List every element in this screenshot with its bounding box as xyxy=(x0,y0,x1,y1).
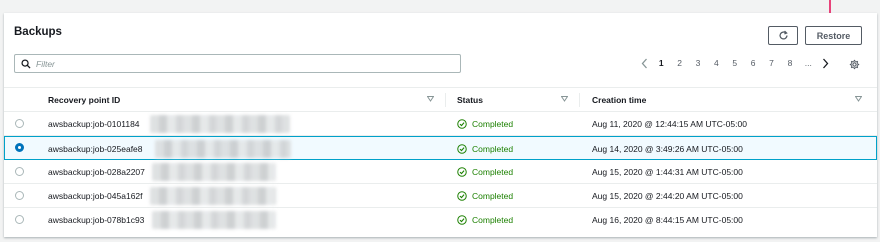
refresh-button[interactable] xyxy=(768,26,798,45)
search-icon xyxy=(21,58,31,69)
restore-button[interactable]: Restore xyxy=(805,26,862,45)
page-1[interactable]: 1 xyxy=(652,58,670,68)
recovery-point-id: awsbackup:job-0101184 xyxy=(48,118,140,129)
column-header-creation-time[interactable]: Creation time xyxy=(592,88,646,112)
check-circle-icon xyxy=(457,214,467,225)
sort-caret-icon[interactable] xyxy=(855,96,862,102)
status-cell: Completed xyxy=(457,160,513,183)
recovery-point-id: awsbackup:job-028a2207 xyxy=(48,166,145,177)
backups-panel: Backups Restore 1 2 3 4 5 6 7 8 ... xyxy=(4,13,877,237)
row-radio[interactable] xyxy=(15,191,24,200)
row-radio[interactable] xyxy=(15,119,24,128)
check-circle-icon xyxy=(457,166,467,177)
table-row[interactable]: awsbackup:job-045a162f Completed Aug 15,… xyxy=(4,184,877,208)
row-radio[interactable] xyxy=(15,215,24,224)
status-text: Completed xyxy=(472,118,514,129)
column-header-recovery-point-id[interactable]: Recovery point ID xyxy=(48,88,120,112)
status-text: Completed xyxy=(472,166,514,177)
status-cell: Completed xyxy=(457,112,513,135)
sort-caret-icon[interactable] xyxy=(427,96,434,102)
creation-time: Aug 14, 2020 @ 3:49:26 AM UTC-05:00 xyxy=(592,143,743,154)
chevron-left-icon[interactable] xyxy=(636,58,652,69)
status-text: Completed xyxy=(472,214,514,225)
status-text: Completed xyxy=(472,143,514,154)
row-radio-selected[interactable] xyxy=(15,143,24,152)
table-row-selected[interactable]: awsbackup:job-025eafe8 Completed Aug 14,… xyxy=(4,136,877,160)
status-cell: Completed xyxy=(457,208,513,231)
filter-field[interactable] xyxy=(14,54,461,73)
recovery-point-id: awsbackup:job-078b1c93 xyxy=(48,214,145,225)
refresh-icon xyxy=(779,30,788,40)
creation-time: Aug 16, 2020 @ 8:44:15 AM UTC-05:00 xyxy=(592,214,743,225)
table-row[interactable]: awsbackup:job-078b1c93 Completed Aug 16,… xyxy=(4,208,877,232)
status-cell: Completed xyxy=(457,137,513,160)
redacted-id xyxy=(152,211,276,229)
redacted-id xyxy=(152,163,276,181)
page-6[interactable]: 6 xyxy=(744,58,762,68)
page-3[interactable]: 3 xyxy=(689,58,707,68)
column-header-status[interactable]: Status xyxy=(457,88,483,112)
sort-caret-icon[interactable] xyxy=(561,96,568,102)
column-divider xyxy=(445,93,446,107)
status-text: Completed xyxy=(472,190,514,201)
table-header: Recovery point ID Status Creation time xyxy=(4,87,877,112)
panel-title: Backups xyxy=(14,26,62,38)
annotation-arrow xyxy=(829,0,831,14)
chevron-right-icon[interactable] xyxy=(818,58,834,69)
recovery-point-id: awsbackup:job-045a162f xyxy=(48,190,143,201)
creation-time: Aug 11, 2020 @ 12:44:15 AM UTC-05:00 xyxy=(592,118,747,129)
check-circle-icon xyxy=(457,118,467,129)
page-ellipsis[interactable]: ... xyxy=(799,58,817,68)
creation-time: Aug 15, 2020 @ 2:44:20 AM UTC-05:00 xyxy=(592,190,743,201)
gear-icon[interactable] xyxy=(849,57,860,75)
redacted-id xyxy=(155,140,291,158)
page-8[interactable]: 8 xyxy=(781,58,799,68)
recovery-point-id: awsbackup:job-025eafe8 xyxy=(48,143,143,154)
check-circle-icon xyxy=(457,143,467,154)
table-row[interactable]: awsbackup:job-028a2207 Completed Aug 15,… xyxy=(4,160,877,184)
table-row[interactable]: awsbackup:job-0101184 Completed Aug 11, … xyxy=(4,112,877,136)
page-4[interactable]: 4 xyxy=(707,58,725,68)
filter-input[interactable] xyxy=(36,58,436,69)
redacted-id xyxy=(150,115,290,133)
check-circle-icon xyxy=(457,190,467,201)
creation-time: Aug 15, 2020 @ 1:44:31 AM UTC-05:00 xyxy=(592,166,743,177)
redacted-id xyxy=(150,187,276,205)
status-cell: Completed xyxy=(457,184,513,207)
row-radio[interactable] xyxy=(15,167,24,176)
page-5[interactable]: 5 xyxy=(726,58,744,68)
page-2[interactable]: 2 xyxy=(670,58,688,68)
pagination: 1 2 3 4 5 6 7 8 ... xyxy=(636,55,834,71)
column-divider xyxy=(579,93,580,107)
page-7[interactable]: 7 xyxy=(762,58,780,68)
